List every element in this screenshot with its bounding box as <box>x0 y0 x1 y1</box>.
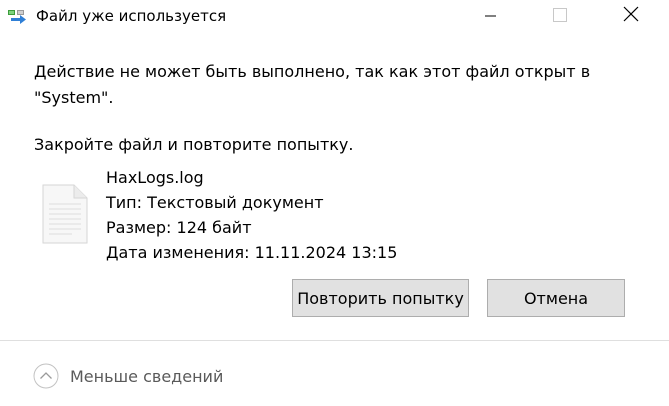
file-modified-date: Дата изменения: 11.11.2024 13:15 <box>106 243 398 262</box>
instruction-message: Закройте файл и повторите попытку. <box>34 135 354 154</box>
maximize-icon <box>553 7 567 26</box>
text-document-icon <box>42 184 88 244</box>
file-in-use-dialog: Файл уже используется Действие не может … <box>0 0 669 406</box>
chevron-up-circle-icon <box>33 363 59 389</box>
dialog-content: Действие не может быть выполнено, так ка… <box>0 34 669 340</box>
error-message-line2: "System". <box>34 88 114 107</box>
close-button[interactable] <box>608 0 654 32</box>
retry-button[interactable]: Повторить попытку <box>292 279 469 317</box>
less-details-label: Меньше сведений <box>70 366 224 386</box>
less-details-toggle[interactable]: Меньше сведений <box>33 363 223 389</box>
minimize-button[interactable] <box>468 0 514 32</box>
file-name: HaxLogs.log <box>106 168 204 187</box>
window-title: Файл уже используется <box>36 7 227 25</box>
close-icon <box>623 6 639 26</box>
file-type: Тип: Текстовый документ <box>106 193 324 212</box>
file-size: Размер: 124 байт <box>106 218 252 237</box>
cancel-button[interactable]: Отмена <box>487 279 625 317</box>
dialog-footer: Меньше сведений <box>0 341 669 406</box>
file-move-icon <box>8 9 30 25</box>
error-message-line1: Действие не может быть выполнено, так ка… <box>34 62 591 81</box>
minimize-icon <box>485 7 497 26</box>
title-bar[interactable]: Файл уже используется <box>0 0 669 34</box>
maximize-button[interactable] <box>537 0 583 32</box>
